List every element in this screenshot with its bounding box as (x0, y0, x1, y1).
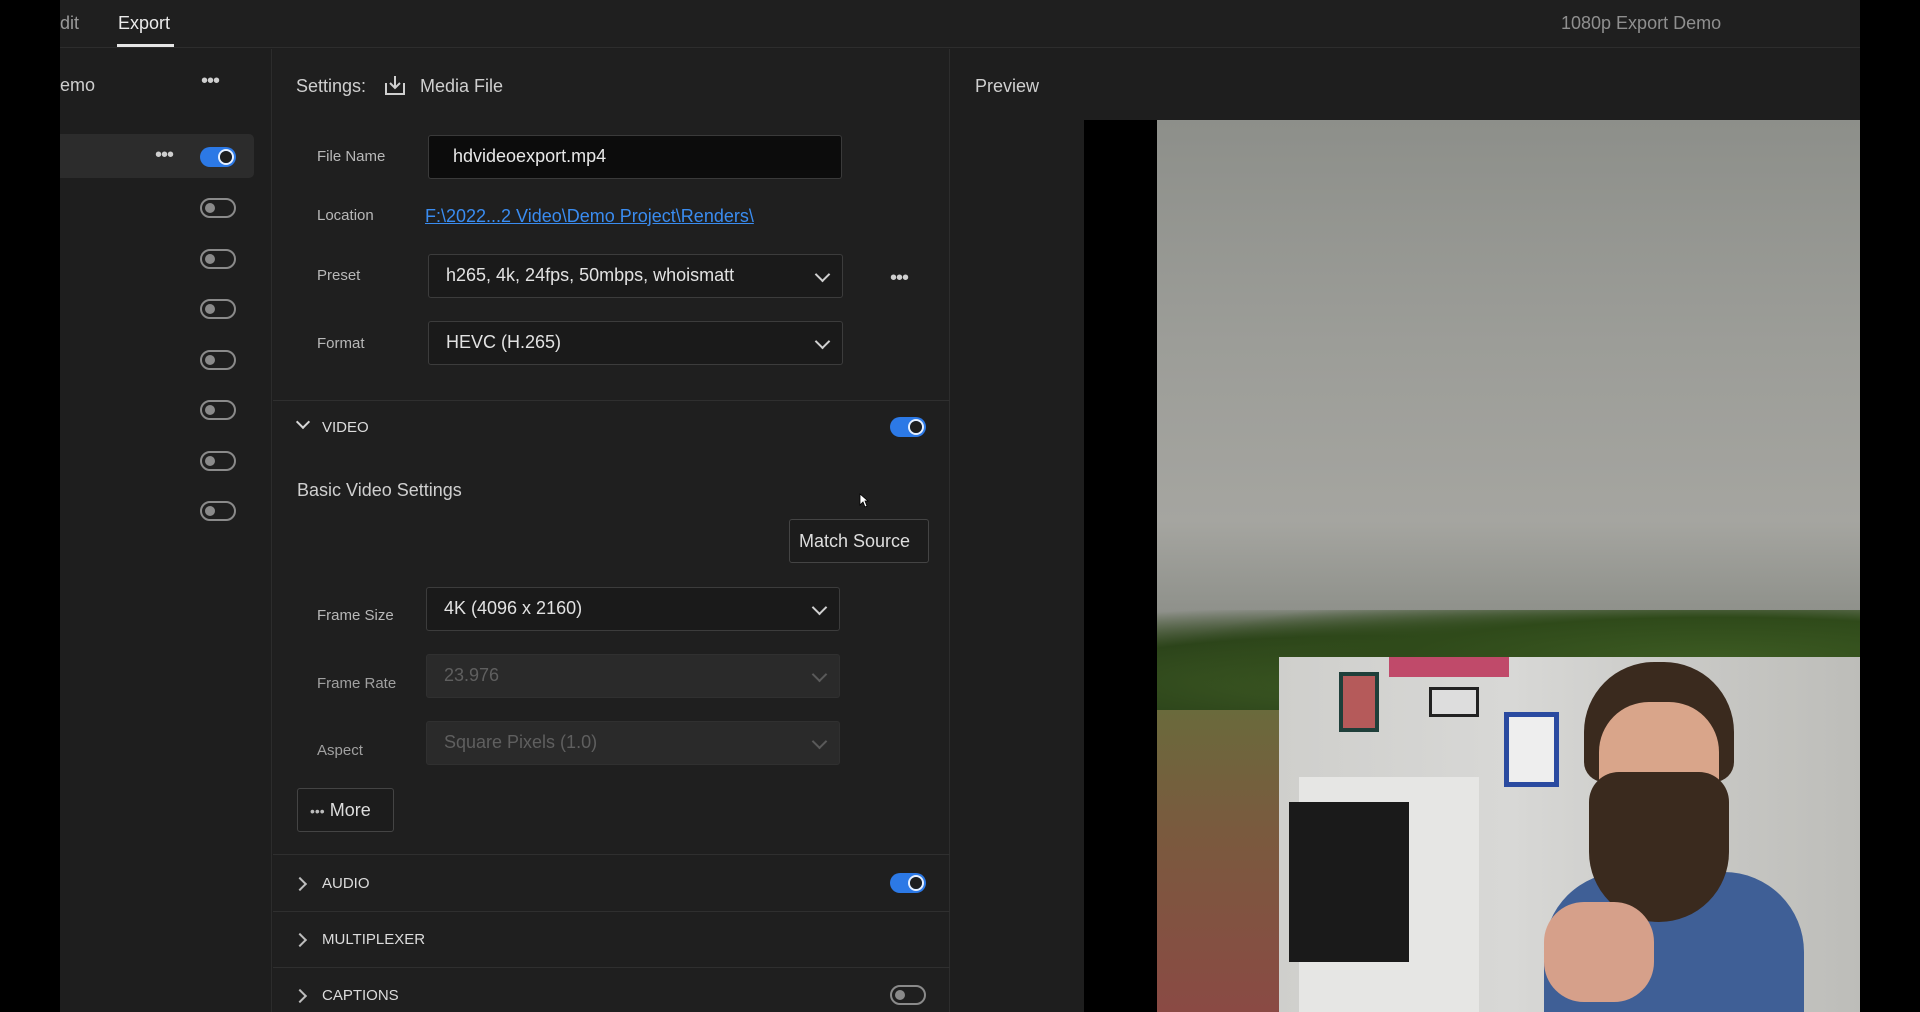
tab-edit[interactable]: dit (60, 13, 79, 34)
frame-rate-select[interactable]: 23.976 (426, 654, 840, 698)
captions-toggle[interactable] (890, 985, 926, 1005)
active-tab-indicator (117, 44, 174, 47)
more-dots-icon: ••• (310, 803, 325, 819)
location-label: Location (317, 207, 374, 224)
divider (273, 400, 950, 401)
multiplexer-expand-icon[interactable] (292, 932, 308, 948)
chevron-down-icon (811, 733, 828, 750)
webcam-overlay (1279, 657, 1860, 1012)
preset-select[interactable]: h265, 4k, 24fps, 50mbps, whoismatt (428, 254, 843, 298)
file-name-label: File Name (317, 148, 386, 165)
captions-expand-icon[interactable] (292, 988, 308, 1004)
multiplexer-section-title[interactable]: MULTIPLEXER (322, 931, 425, 948)
destination-more-icon[interactable]: ••• (155, 145, 174, 165)
wall-frame (1339, 672, 1379, 732)
left-letterbox (0, 0, 60, 1012)
destination-toggle-1[interactable] (200, 147, 236, 167)
presenter-beard (1589, 772, 1729, 922)
format-label: Format (317, 335, 365, 352)
preview-title: Preview (975, 76, 1040, 96)
match-source-button[interactable]: Match Source (789, 519, 929, 563)
divider (273, 967, 950, 968)
basic-video-settings-title: Basic Video Settings (297, 480, 462, 500)
divider (273, 854, 950, 855)
destination-toggle-4[interactable] (200, 299, 236, 319)
chevron-down-icon (811, 599, 828, 616)
destination-toggle-8[interactable] (200, 501, 236, 521)
preset-value: h265, 4k, 24fps, 50mbps, whoismatt (446, 265, 735, 285)
audio-section-title[interactable]: AUDIO (322, 875, 370, 892)
chevron-down-icon (814, 266, 831, 283)
destination-toggle-6[interactable] (200, 400, 236, 420)
sidebar-title: emo (60, 75, 96, 95)
tv (1289, 802, 1409, 962)
frame-size-label: Frame Size (317, 607, 394, 624)
video-section-title[interactable]: VIDEO (322, 419, 369, 436)
destination-toggle-2[interactable] (200, 198, 236, 218)
top-bar: dit Export 1080p Export Demo (60, 0, 1860, 48)
video-toggle[interactable] (890, 417, 926, 437)
export-window: dit Export 1080p Export Demo emo ••• •••… (60, 0, 1860, 1012)
preview-video[interactable] (1084, 120, 1860, 1012)
video-collapse-icon[interactable] (295, 414, 311, 430)
tab-export[interactable]: Export (118, 13, 170, 34)
frame-size-value: 4K (4096 x 2160) (444, 598, 583, 618)
settings-panel: Settings: Media File File Name hdvideoex… (273, 49, 971, 1012)
aspect-value: Square Pixels (1.0) (444, 732, 598, 752)
file-name-input[interactable]: hdvideoexport.mp4 (428, 135, 842, 179)
divider (273, 911, 950, 912)
format-value: HEVC (H.265) (446, 332, 562, 352)
frame-rate-label: Frame Rate (317, 675, 397, 692)
preview-panel: Preview (951, 49, 1860, 1012)
captions-section-title[interactable]: CAPTIONS (322, 987, 399, 1004)
mouse-cursor-icon (859, 493, 869, 508)
aspect-label: Aspect (317, 742, 363, 759)
preset-more-icon[interactable]: ••• (890, 268, 909, 288)
chevron-down-icon (814, 333, 831, 350)
format-select[interactable]: HEVC (H.265) (428, 321, 843, 365)
more-label: More (329, 800, 371, 820)
right-letterbox (1860, 0, 1920, 1012)
more-button[interactable]: ••• More (297, 788, 394, 832)
settings-label: Settings: (296, 76, 367, 96)
aspect-select[interactable]: Square Pixels (1.0) (426, 721, 840, 765)
frame-rate-value: 23.976 (444, 665, 500, 685)
destination-toggle-5[interactable] (200, 350, 236, 370)
location-link[interactable]: F:\2022...2 Video\Demo Project\Renders\ (425, 206, 754, 227)
chevron-down-icon (811, 666, 828, 683)
presenter (1544, 662, 1804, 1012)
media-file-label: Media File (420, 76, 504, 96)
destinations-sidebar: emo ••• ••• (60, 49, 272, 1012)
wall-frame (1429, 687, 1479, 717)
project-title: 1080p Export Demo (1561, 13, 1722, 33)
preset-label: Preset (317, 267, 361, 284)
wall-art (1389, 657, 1509, 677)
frame-size-select[interactable]: 4K (4096 x 2160) (426, 587, 840, 631)
destination-toggle-7[interactable] (200, 451, 236, 471)
sidebar-more-icon[interactable]: ••• (201, 71, 220, 91)
audio-toggle[interactable] (890, 873, 926, 893)
presenter-hand (1544, 902, 1654, 1002)
audio-expand-icon[interactable] (292, 876, 308, 892)
media-file-icon (385, 76, 405, 95)
destination-toggle-3[interactable] (200, 249, 236, 269)
